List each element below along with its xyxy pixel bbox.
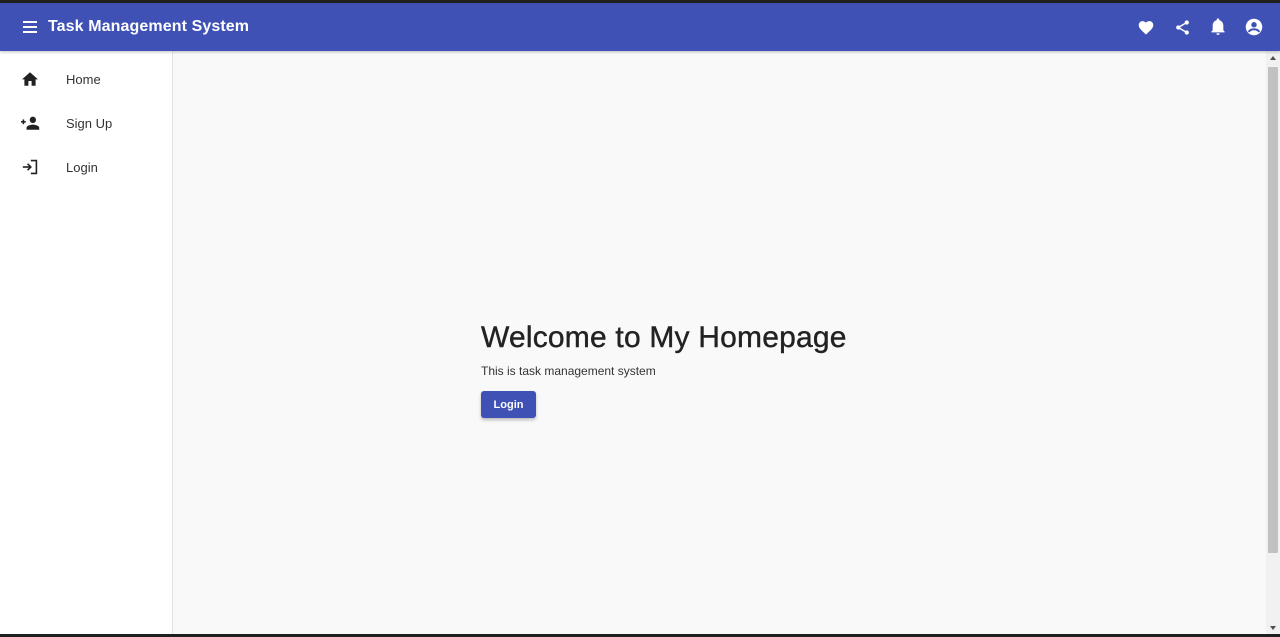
scroll-down-arrow-icon[interactable] xyxy=(1270,626,1276,630)
page-title: Welcome to My Homepage xyxy=(481,321,847,354)
login-icon xyxy=(20,157,40,177)
account-circle-icon[interactable] xyxy=(1236,9,1272,45)
app-window: Task Management System Home Sign Up Logi… xyxy=(0,3,1280,634)
person-add-icon xyxy=(20,113,40,133)
share-icon[interactable] xyxy=(1164,9,1200,45)
vertical-scrollbar[interactable] xyxy=(1266,51,1280,634)
app-title: Task Management System xyxy=(48,18,250,35)
nav-item-home[interactable]: Home xyxy=(0,57,172,101)
nav-item-sign-up[interactable]: Sign Up xyxy=(0,101,172,145)
nav-label-home: Home xyxy=(66,71,101,87)
nav-item-login[interactable]: Login xyxy=(0,145,172,189)
menu-icon[interactable] xyxy=(18,15,42,39)
nav-label-login: Login xyxy=(66,159,98,175)
nav-label-sign-up: Sign Up xyxy=(66,115,113,131)
welcome-section: Welcome to My Homepage This is task mana… xyxy=(481,321,847,418)
heart-icon[interactable] xyxy=(1128,9,1164,45)
bell-icon[interactable] xyxy=(1200,9,1236,45)
home-icon xyxy=(20,69,40,89)
scroll-up-arrow-icon[interactable] xyxy=(1270,56,1276,60)
sidenav: Home Sign Up Login xyxy=(0,51,173,634)
top-toolbar: Task Management System xyxy=(0,3,1280,51)
toolbar-actions xyxy=(1128,3,1272,51)
login-button[interactable]: Login xyxy=(481,391,536,418)
page-subtitle: This is task management system xyxy=(481,364,656,378)
main-content: Welcome to My Homepage This is task mana… xyxy=(174,51,1266,634)
scrollbar-thumb[interactable] xyxy=(1268,67,1278,553)
